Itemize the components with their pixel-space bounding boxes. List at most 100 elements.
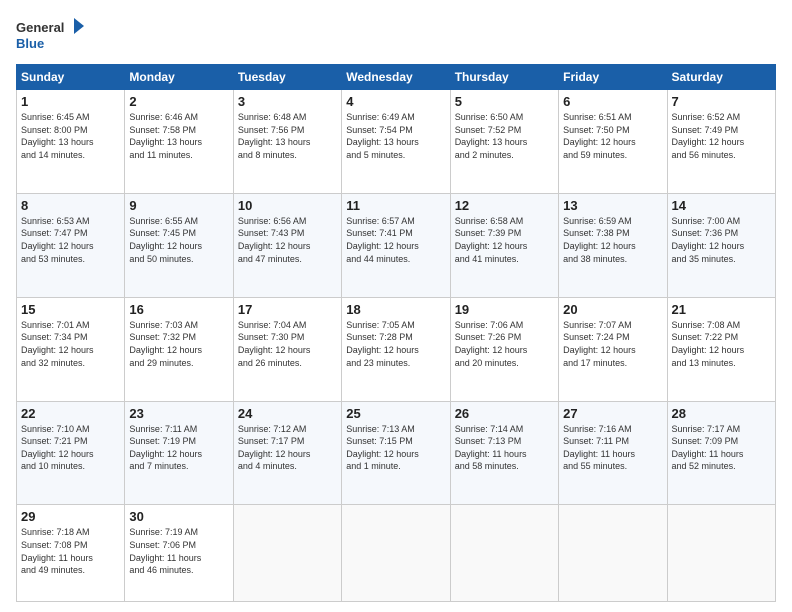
calendar-cell [342, 505, 450, 602]
day-info: Sunrise: 6:58 AM Sunset: 7:39 PM Dayligh… [455, 215, 554, 265]
svg-text:General: General [16, 20, 64, 35]
calendar-cell [667, 505, 775, 602]
day-info: Sunrise: 6:45 AM Sunset: 8:00 PM Dayligh… [21, 111, 120, 161]
day-info: Sunrise: 6:56 AM Sunset: 7:43 PM Dayligh… [238, 215, 337, 265]
calendar-cell: 27 Sunrise: 7:16 AM Sunset: 7:11 PM Dayli… [559, 401, 667, 505]
day-number: 12 [455, 198, 554, 213]
calendar-cell: 24 Sunrise: 7:12 AM Sunset: 7:17 PM Dayli… [233, 401, 341, 505]
header-row: SundayMondayTuesdayWednesdayThursdayFrid… [17, 65, 776, 90]
calendar-cell: 5Sunrise: 6:50 AM Sunset: 7:52 PM Daylig… [450, 90, 558, 194]
day-info: Sunrise: 6:52 AM Sunset: 7:49 PM Dayligh… [672, 111, 771, 161]
day-info: Sunrise: 7:19 AM Sunset: 7:06 PM Dayligh… [129, 526, 228, 576]
calendar-cell: 12 Sunrise: 6:58 AM Sunset: 7:39 PM Dayli… [450, 193, 558, 297]
day-header-monday: Monday [125, 65, 233, 90]
day-number: 8 [21, 198, 120, 213]
day-info: Sunrise: 6:46 AM Sunset: 7:58 PM Dayligh… [129, 111, 228, 161]
day-number: 28 [672, 406, 771, 421]
calendar-cell: 1 Sunrise: 6:45 AM Sunset: 8:00 PM Daylig… [17, 90, 125, 194]
calendar-page: General Blue SundayMondayTuesdayWednesda… [0, 0, 792, 612]
day-info: Sunrise: 6:55 AM Sunset: 7:45 PM Dayligh… [129, 215, 228, 265]
day-number: 18 [346, 302, 445, 317]
day-number: 23 [129, 406, 228, 421]
day-info: Sunrise: 6:57 AM Sunset: 7:41 PM Dayligh… [346, 215, 445, 265]
calendar-cell: 3Sunrise: 6:48 AM Sunset: 7:56 PM Daylig… [233, 90, 341, 194]
day-info: Sunrise: 7:03 AM Sunset: 7:32 PM Dayligh… [129, 319, 228, 369]
day-number: 27 [563, 406, 662, 421]
calendar-cell: 23 Sunrise: 7:11 AM Sunset: 7:19 PM Dayli… [125, 401, 233, 505]
day-number: 4 [346, 94, 445, 109]
day-number: 21 [672, 302, 771, 317]
calendar-cell: 18 Sunrise: 7:05 AM Sunset: 7:28 PM Dayli… [342, 297, 450, 401]
day-number: 22 [21, 406, 120, 421]
calendar-cell: 20 Sunrise: 7:07 AM Sunset: 7:24 PM Dayli… [559, 297, 667, 401]
day-number: 15 [21, 302, 120, 317]
day-info: Sunrise: 7:04 AM Sunset: 7:30 PM Dayligh… [238, 319, 337, 369]
calendar-cell: 8 Sunrise: 6:53 AM Sunset: 7:47 PM Daylig… [17, 193, 125, 297]
day-info: Sunrise: 7:12 AM Sunset: 7:17 PM Dayligh… [238, 423, 337, 473]
calendar-cell [559, 505, 667, 602]
day-number: 9 [129, 198, 228, 213]
calendar-cell: 6Sunrise: 6:51 AM Sunset: 7:50 PM Daylig… [559, 90, 667, 194]
day-info: Sunrise: 7:13 AM Sunset: 7:15 PM Dayligh… [346, 423, 445, 473]
calendar-cell: 22 Sunrise: 7:10 AM Sunset: 7:21 PM Dayli… [17, 401, 125, 505]
calendar-cell: 17 Sunrise: 7:04 AM Sunset: 7:30 PM Dayli… [233, 297, 341, 401]
day-info: Sunrise: 7:08 AM Sunset: 7:22 PM Dayligh… [672, 319, 771, 369]
calendar-cell: 7 Sunrise: 6:52 AM Sunset: 7:49 PM Daylig… [667, 90, 775, 194]
day-number: 26 [455, 406, 554, 421]
day-info: Sunrise: 7:10 AM Sunset: 7:21 PM Dayligh… [21, 423, 120, 473]
day-number: 25 [346, 406, 445, 421]
calendar-cell: 13 Sunrise: 6:59 AM Sunset: 7:38 PM Dayli… [559, 193, 667, 297]
day-number: 29 [21, 509, 120, 524]
day-info: Sunrise: 6:59 AM Sunset: 7:38 PM Dayligh… [563, 215, 662, 265]
day-info: Sunrise: 7:01 AM Sunset: 7:34 PM Dayligh… [21, 319, 120, 369]
day-number: 16 [129, 302, 228, 317]
calendar-cell: 14Sunrise: 7:00 AM Sunset: 7:36 PM Dayli… [667, 193, 775, 297]
calendar-cell [450, 505, 558, 602]
day-info: Sunrise: 6:53 AM Sunset: 7:47 PM Dayligh… [21, 215, 120, 265]
day-info: Sunrise: 7:07 AM Sunset: 7:24 PM Dayligh… [563, 319, 662, 369]
day-number: 30 [129, 509, 228, 524]
day-number: 2 [129, 94, 228, 109]
day-header-sunday: Sunday [17, 65, 125, 90]
day-header-saturday: Saturday [667, 65, 775, 90]
day-number: 17 [238, 302, 337, 317]
day-number: 13 [563, 198, 662, 213]
calendar-cell: 26 Sunrise: 7:14 AM Sunset: 7:13 PM Dayli… [450, 401, 558, 505]
calendar-cell: 2 Sunrise: 6:46 AM Sunset: 7:58 PM Daylig… [125, 90, 233, 194]
day-info: Sunrise: 7:05 AM Sunset: 7:28 PM Dayligh… [346, 319, 445, 369]
day-number: 24 [238, 406, 337, 421]
day-info: Sunrise: 7:18 AM Sunset: 7:08 PM Dayligh… [21, 526, 120, 576]
day-info: Sunrise: 7:16 AM Sunset: 7:11 PM Dayligh… [563, 423, 662, 473]
calendar-cell: 28 Sunrise: 7:17 AM Sunset: 7:09 PM Dayli… [667, 401, 775, 505]
day-number: 10 [238, 198, 337, 213]
calendar-cell: 4 Sunrise: 6:49 AM Sunset: 7:54 PM Daylig… [342, 90, 450, 194]
day-number: 7 [672, 94, 771, 109]
day-info: Sunrise: 7:14 AM Sunset: 7:13 PM Dayligh… [455, 423, 554, 473]
day-number: 14 [672, 198, 771, 213]
day-info: Sunrise: 7:17 AM Sunset: 7:09 PM Dayligh… [672, 423, 771, 473]
day-info: Sunrise: 7:06 AM Sunset: 7:26 PM Dayligh… [455, 319, 554, 369]
calendar-cell: 9 Sunrise: 6:55 AM Sunset: 7:45 PM Daylig… [125, 193, 233, 297]
day-header-tuesday: Tuesday [233, 65, 341, 90]
header: General Blue [16, 16, 776, 56]
day-info: Sunrise: 6:49 AM Sunset: 7:54 PM Dayligh… [346, 111, 445, 161]
day-number: 1 [21, 94, 120, 109]
day-number: 20 [563, 302, 662, 317]
day-info: Sunrise: 7:11 AM Sunset: 7:19 PM Dayligh… [129, 423, 228, 473]
day-header-thursday: Thursday [450, 65, 558, 90]
calendar-cell [233, 505, 341, 602]
calendar-cell: 21 Sunrise: 7:08 AM Sunset: 7:22 PM Dayli… [667, 297, 775, 401]
calendar-table: SundayMondayTuesdayWednesdayThursdayFrid… [16, 64, 776, 602]
day-header-wednesday: Wednesday [342, 65, 450, 90]
calendar-cell: 29 Sunrise: 7:18 AM Sunset: 7:08 PM Dayli… [17, 505, 125, 602]
calendar-cell: 16 Sunrise: 7:03 AM Sunset: 7:32 PM Dayli… [125, 297, 233, 401]
calendar-cell: 10 Sunrise: 6:56 AM Sunset: 7:43 PM Dayli… [233, 193, 341, 297]
day-number: 5 [455, 94, 554, 109]
day-info: Sunrise: 6:48 AM Sunset: 7:56 PM Dayligh… [238, 111, 337, 161]
calendar-cell: 25 Sunrise: 7:13 AM Sunset: 7:15 PM Dayli… [342, 401, 450, 505]
day-number: 11 [346, 198, 445, 213]
calendar-cell: 30 Sunrise: 7:19 AM Sunset: 7:06 PM Dayli… [125, 505, 233, 602]
day-number: 19 [455, 302, 554, 317]
day-header-friday: Friday [559, 65, 667, 90]
logo: General Blue [16, 16, 86, 56]
